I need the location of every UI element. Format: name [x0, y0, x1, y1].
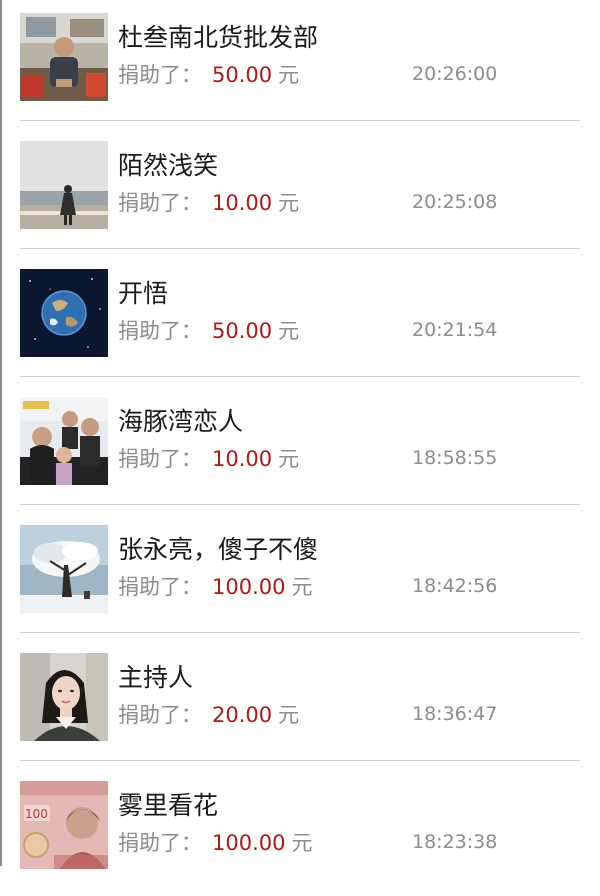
donation-item[interactable]: 100 雾里看花 捐助了： 100.00 元 18:23:38	[0, 768, 600, 896]
portrait-man-in-shop-icon	[20, 13, 108, 101]
donation-prefix: 捐助了：	[118, 319, 202, 343]
donation-unit: 元	[291, 575, 313, 599]
donor-name: 杜叁南北货批发部	[118, 23, 319, 52]
snowy-tree-icon	[20, 525, 108, 613]
donation-time: 20:21:54	[412, 319, 498, 341]
avatar[interactable]	[20, 269, 108, 357]
divider	[20, 248, 580, 249]
donation-list: 杜叁南北货批发部 捐助了： 50.00 元 20:26:00 陌然浅笑 捐助了： 10…	[0, 0, 600, 869]
donation-line: 捐助了： 50.00 元	[118, 59, 299, 89]
figure-on-beach-icon	[20, 141, 108, 229]
donation-line: 捐助了： 50.00 元	[118, 315, 299, 345]
donation-line: 捐助了： 10.00 元	[118, 443, 299, 473]
svg-text:100: 100	[25, 807, 48, 821]
donation-time: 18:58:55	[412, 447, 498, 469]
avatar[interactable]	[20, 397, 108, 485]
donation-item[interactable]: 陌然浅笑 捐助了： 10.00 元 20:25:08	[0, 128, 600, 256]
avatar[interactable]	[20, 653, 108, 741]
donation-unit: 元	[278, 63, 300, 87]
donor-name: 雾里看花	[118, 791, 219, 820]
divider	[20, 120, 580, 121]
donation-amount: 50.00	[212, 63, 273, 87]
divider	[20, 760, 580, 761]
donation-line: 捐助了： 100.00 元	[118, 571, 312, 601]
donation-prefix: 捐助了：	[118, 191, 202, 215]
donation-unit: 元	[278, 319, 300, 343]
banknote-100-yuan-icon: 100	[20, 781, 108, 869]
donation-unit: 元	[278, 191, 300, 215]
donation-item[interactable]: 海豚湾恋人 捐助了： 10.00 元 18:58:55	[0, 384, 600, 512]
donation-prefix: 捐助了：	[118, 575, 202, 599]
avatar[interactable]	[20, 525, 108, 613]
donation-time: 20:25:08	[412, 191, 498, 213]
donor-name: 陌然浅笑	[118, 151, 219, 180]
earth-in-space-icon	[20, 269, 108, 357]
donation-amount: 100.00	[212, 575, 286, 599]
donation-item[interactable]: 杜叁南北货批发部 捐助了： 50.00 元 20:26:00	[0, 0, 600, 128]
donation-amount: 100.00	[212, 831, 286, 855]
donation-time: 18:23:38	[412, 831, 498, 853]
avatar[interactable]	[20, 141, 108, 229]
donation-prefix: 捐助了：	[118, 447, 202, 471]
donation-amount: 50.00	[212, 319, 273, 343]
donation-item[interactable]: 主持人 捐助了： 20.00 元 18:36:47	[0, 640, 600, 768]
donation-item[interactable]: 开悟 捐助了： 50.00 元 20:21:54	[0, 256, 600, 384]
avatar[interactable]: 100	[20, 781, 108, 869]
donor-name: 开悟	[118, 279, 169, 308]
divider	[20, 632, 580, 633]
donation-time: 18:36:47	[412, 703, 498, 725]
donation-unit: 元	[291, 831, 313, 855]
donor-name: 海豚湾恋人	[118, 407, 244, 436]
family-photo-icon	[20, 397, 108, 485]
woman-portrait-icon	[20, 653, 108, 741]
donation-prefix: 捐助了：	[118, 703, 202, 727]
divider	[20, 376, 580, 377]
donation-time: 20:26:00	[412, 63, 498, 85]
donation-unit: 元	[278, 447, 300, 471]
donation-prefix: 捐助了：	[118, 831, 202, 855]
divider	[20, 504, 580, 505]
donation-amount: 10.00	[212, 447, 273, 471]
donation-line: 捐助了： 100.00 元	[118, 827, 312, 857]
donation-line: 捐助了： 20.00 元	[118, 699, 299, 729]
donation-time: 18:42:56	[412, 575, 498, 597]
donation-item[interactable]: 张永亮，傻子不傻 捐助了： 100.00 元 18:42:56	[0, 512, 600, 640]
donor-name: 主持人	[118, 663, 194, 692]
donor-name: 张永亮，傻子不傻	[118, 535, 319, 564]
avatar[interactable]	[20, 13, 108, 101]
donation-amount: 10.00	[212, 191, 273, 215]
donation-unit: 元	[278, 703, 300, 727]
donation-line: 捐助了： 10.00 元	[118, 187, 299, 217]
donation-prefix: 捐助了：	[118, 63, 202, 87]
donation-amount: 20.00	[212, 703, 273, 727]
